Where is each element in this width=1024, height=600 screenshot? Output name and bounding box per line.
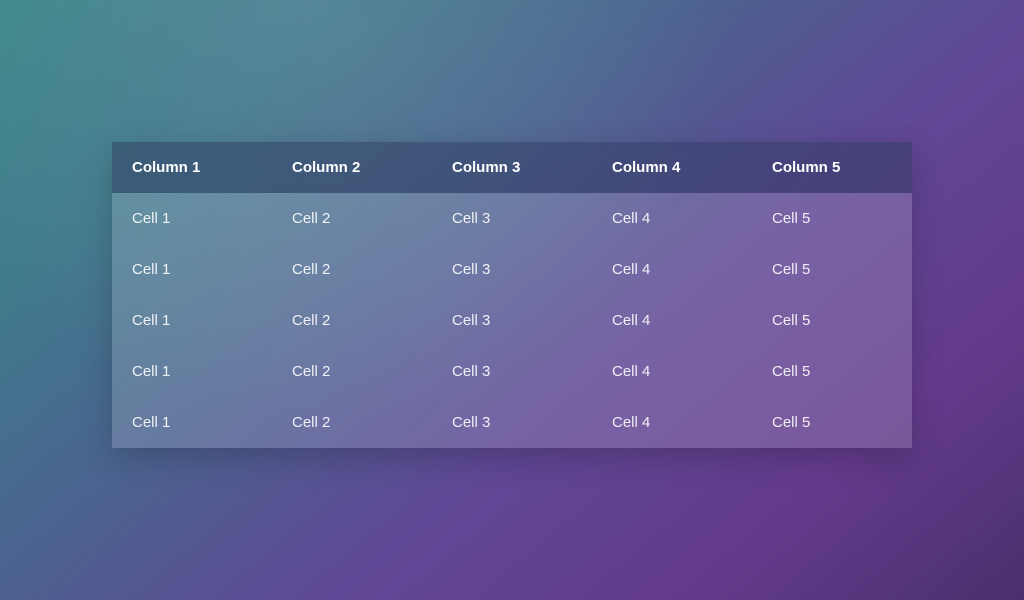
table-cell: Cell 3 — [432, 397, 592, 448]
table-header-row: Column 1 Column 2 Column 3 Column 4 Colu… — [112, 142, 912, 193]
table-row: Cell 1 Cell 2 Cell 3 Cell 4 Cell 5 — [112, 244, 912, 295]
table-cell: Cell 1 — [112, 346, 272, 397]
table-cell: Cell 4 — [592, 193, 752, 244]
table-cell: Cell 3 — [432, 244, 592, 295]
table-cell: Cell 4 — [592, 346, 752, 397]
column-header: Column 1 — [112, 142, 272, 193]
table-row: Cell 1 Cell 2 Cell 3 Cell 4 Cell 5 — [112, 295, 912, 346]
column-header: Column 5 — [752, 142, 912, 193]
table-cell: Cell 4 — [592, 397, 752, 448]
table-row: Cell 1 Cell 2 Cell 3 Cell 4 Cell 5 — [112, 193, 912, 244]
table-cell: Cell 5 — [752, 193, 912, 244]
table-row: Cell 1 Cell 2 Cell 3 Cell 4 Cell 5 — [112, 397, 912, 448]
table-cell: Cell 1 — [112, 295, 272, 346]
table-cell: Cell 5 — [752, 397, 912, 448]
table-cell: Cell 2 — [272, 193, 432, 244]
table-row: Cell 1 Cell 2 Cell 3 Cell 4 Cell 5 — [112, 346, 912, 397]
table-cell: Cell 2 — [272, 397, 432, 448]
table-cell: Cell 1 — [112, 193, 272, 244]
table-cell: Cell 5 — [752, 346, 912, 397]
column-header: Column 2 — [272, 142, 432, 193]
table-cell: Cell 1 — [112, 397, 272, 448]
table-cell: Cell 5 — [752, 295, 912, 346]
table-cell: Cell 3 — [432, 295, 592, 346]
column-header: Column 3 — [432, 142, 592, 193]
table-cell: Cell 2 — [272, 295, 432, 346]
table-cell: Cell 4 — [592, 295, 752, 346]
data-table: Column 1 Column 2 Column 3 Column 4 Colu… — [112, 142, 912, 448]
column-header: Column 4 — [592, 142, 752, 193]
table-cell: Cell 3 — [432, 193, 592, 244]
table-cell: Cell 2 — [272, 244, 432, 295]
table-cell: Cell 1 — [112, 244, 272, 295]
table-cell: Cell 5 — [752, 244, 912, 295]
table-cell: Cell 3 — [432, 346, 592, 397]
data-table-container: Column 1 Column 2 Column 3 Column 4 Colu… — [112, 142, 912, 448]
table-cell: Cell 2 — [272, 346, 432, 397]
table-cell: Cell 4 — [592, 244, 752, 295]
